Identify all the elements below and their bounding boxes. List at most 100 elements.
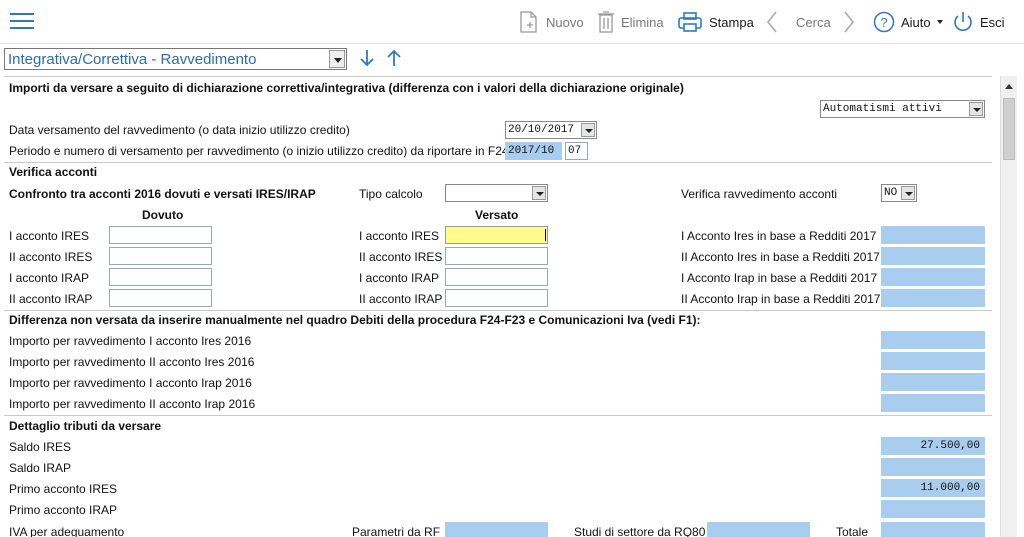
- importo-field[interactable]: [881, 373, 985, 391]
- dettaglio-title: Dettaglio tributi da versare: [9, 419, 162, 433]
- arrow-down-icon: [360, 50, 374, 67]
- redditi-field[interactable]: [881, 247, 985, 265]
- versato-label: II acconto IRES: [359, 250, 443, 264]
- help-button-label: Aiuto: [901, 14, 931, 30]
- dovuto-label: II acconto IRES: [9, 250, 93, 264]
- redditi-label: I Acconto Ires in base a Redditi 2017: [681, 229, 877, 243]
- dovuto-field[interactable]: [109, 268, 212, 286]
- dettaglio-label: Primo acconto IRES: [9, 482, 118, 496]
- section-select[interactable]: Integrativa/Correttiva - Ravvedimento: [4, 48, 347, 70]
- help-button[interactable]: ? Aiuto: [873, 10, 944, 34]
- dettaglio-field[interactable]: 11.000,00: [881, 479, 985, 497]
- section-select-value: Integrativa/Correttiva - Ravvedimento: [8, 51, 257, 68]
- dettaglio-field[interactable]: [881, 500, 985, 518]
- new-button-label: Nuovo: [546, 14, 584, 30]
- chevron-down-icon[interactable]: [329, 50, 345, 68]
- print-button[interactable]: Stampa: [677, 10, 754, 34]
- scroll-thumb[interactable]: [1003, 98, 1015, 160]
- dettaglio-field[interactable]: [881, 458, 985, 476]
- versato-field[interactable]: [445, 268, 548, 286]
- data-versamento-value: 20/10/2017: [508, 124, 575, 136]
- verifica-ravvedimento-value: NO: [884, 187, 898, 199]
- caret-down-icon: [936, 18, 944, 26]
- data-versamento-label: Data versamento del ravvedimento (o data…: [9, 123, 350, 137]
- chevron-left-icon: [765, 10, 779, 34]
- chevron-right-icon: [842, 10, 856, 34]
- dettaglio-field[interactable]: 27.500,00: [881, 437, 985, 455]
- versato-field[interactable]: [445, 289, 548, 307]
- dovuto-field[interactable]: [109, 226, 212, 244]
- chevron-down-icon[interactable]: [901, 186, 915, 200]
- redditi-label: I Acconto Irap in base a Redditi 2017: [681, 271, 878, 285]
- divider: [4, 310, 992, 311]
- exit-button[interactable]: Esci: [952, 10, 1005, 34]
- importo-label: Importo per ravvedimento I acconto Ires …: [9, 334, 252, 348]
- new-document-icon: [518, 10, 540, 34]
- chevron-down-icon[interactable]: [532, 186, 546, 200]
- versato-field[interactable]: [445, 247, 548, 265]
- search-button[interactable]: Cerca: [790, 10, 831, 34]
- numero-field[interactable]: 07: [565, 142, 588, 160]
- parametri-field[interactable]: [445, 522, 548, 537]
- delete-button[interactable]: Elimina: [597, 10, 664, 34]
- importo-field[interactable]: [881, 394, 985, 412]
- dovuto-label: I acconto IRES: [9, 229, 90, 243]
- importo-field[interactable]: [881, 352, 985, 370]
- versato-header: Versato: [475, 208, 519, 222]
- text-cursor: [545, 229, 546, 241]
- prev-section-button[interactable]: [384, 47, 404, 69]
- dovuto-label: II acconto IRAP: [9, 292, 93, 306]
- section-header: Importi da versare a seguito di dichiara…: [9, 81, 684, 95]
- dovuto-field[interactable]: [109, 289, 212, 307]
- versato-label: I acconto IRES: [359, 229, 440, 243]
- importo-label: Importo per ravvedimento I acconto Irap …: [9, 376, 252, 390]
- chevron-down-icon[interactable]: [969, 102, 983, 116]
- scroll-up-icon[interactable]: [1001, 80, 1017, 94]
- numero-value: 07: [568, 145, 582, 157]
- dettaglio-label: Saldo IRAP: [9, 461, 72, 475]
- divider: [4, 76, 992, 77]
- versato-label: II acconto IRAP: [359, 292, 443, 306]
- periodo-value: 2017/10: [508, 145, 555, 157]
- search-next-button[interactable]: [842, 10, 856, 34]
- trash-icon: [597, 10, 615, 34]
- redditi-field[interactable]: [881, 289, 985, 307]
- totale-field[interactable]: [881, 522, 985, 537]
- new-button[interactable]: Nuovo: [518, 10, 584, 34]
- verifica-ravvedimento-select[interactable]: NO: [881, 184, 917, 202]
- confronto-label: Confronto tra acconti 2016 dovuti e vers…: [9, 187, 316, 201]
- redditi-field[interactable]: [881, 268, 985, 286]
- tipo-calcolo-label: Tipo calcolo: [359, 187, 423, 201]
- automatismi-select-value: Automatismi attivi: [823, 103, 942, 115]
- redditi-field[interactable]: [881, 226, 985, 244]
- automatismi-select[interactable]: Automatismi attivi: [820, 100, 985, 118]
- divider: [4, 162, 992, 163]
- print-button-label: Stampa: [709, 14, 754, 30]
- totale-label: Totale: [836, 525, 869, 537]
- delete-button-label: Elimina: [621, 14, 664, 30]
- verifica-acconti-title: Verifica acconti: [9, 165, 98, 179]
- parametri-label: Parametri da RF: [352, 525, 441, 537]
- studi-field[interactable]: [707, 522, 810, 537]
- data-versamento-field[interactable]: 20/10/2017: [505, 121, 597, 139]
- iva-label: IVA per adeguamento: [9, 525, 125, 537]
- dovuto-field[interactable]: [109, 247, 212, 265]
- verifica-ravvedimento-label: Verifica ravvedimento acconti: [681, 187, 838, 201]
- importo-field[interactable]: [881, 331, 985, 349]
- next-section-button[interactable]: [357, 47, 377, 69]
- divider: [4, 415, 992, 416]
- versato-field[interactable]: [445, 226, 548, 244]
- dettaglio-label: Saldo IRES: [9, 440, 72, 454]
- importo-label: Importo per ravvedimento II acconto Ires…: [9, 355, 255, 369]
- dettaglio-value: 27.500,00: [920, 440, 980, 452]
- search-prev-button[interactable]: [765, 10, 779, 34]
- dettaglio-value: 11.000,00: [920, 482, 980, 494]
- search-button-label: Cerca: [796, 14, 831, 30]
- menu-icon[interactable]: [10, 13, 34, 31]
- tipo-calcolo-select[interactable]: [445, 184, 548, 202]
- periodo-field[interactable]: 2017/10: [505, 142, 562, 160]
- vertical-scrollbar[interactable]: [1000, 76, 1017, 537]
- importo-label: Importo per ravvedimento II acconto Irap…: [9, 397, 256, 411]
- calendar-dropdown-icon[interactable]: [581, 123, 595, 137]
- studi-label: Studi di settore da RQ80: [574, 525, 706, 537]
